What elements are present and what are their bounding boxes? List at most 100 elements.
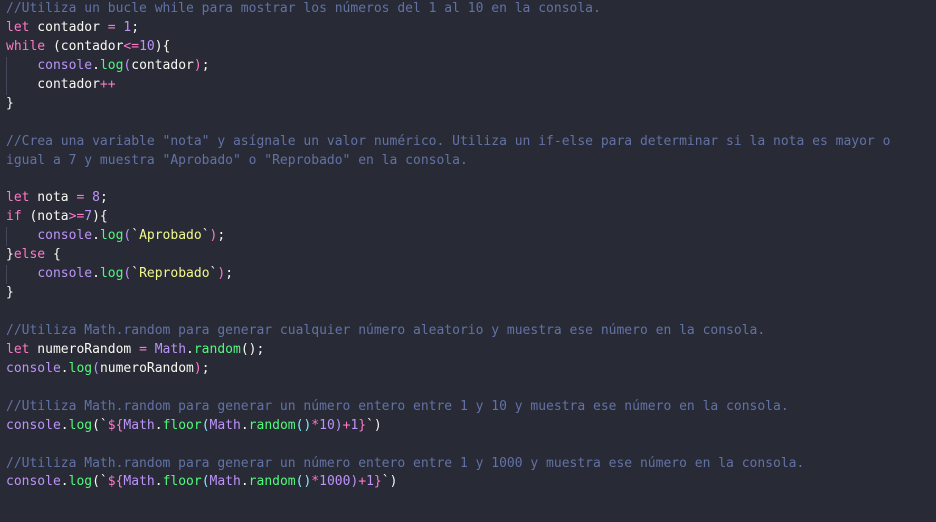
code-token: if	[6, 209, 22, 225]
code-token: .	[60, 360, 69, 376]
code-line[interactable]: igual a 7 y muestra "Aprobado" o "Reprob…	[0, 152, 936, 171]
code-line[interactable]	[0, 303, 936, 322]
code-line[interactable]: console.log(`${Math.floor(Math.random()*…	[0, 473, 936, 492]
code-token: ();	[240, 341, 265, 357]
code-token: nota	[29, 190, 77, 206]
code-token: ${	[107, 474, 124, 490]
code-token: 1	[366, 474, 374, 490]
code-token: Reprobado	[139, 266, 210, 282]
code-line[interactable]: }else {	[0, 246, 936, 265]
code-line[interactable]: console.log(`${Math.floor(Math.random()*…	[0, 417, 936, 436]
code-editor[interactable]: //Utiliza un bucle while para mostrar lo…	[0, 0, 936, 492]
code-token: let	[6, 19, 30, 35]
code-token: log	[68, 474, 93, 490]
code-line[interactable]: //Utiliza Math.random para generar un nú…	[0, 455, 936, 474]
code-token: }	[373, 474, 382, 490]
code-token: )	[193, 57, 202, 73]
code-token: ){	[154, 38, 171, 54]
code-line[interactable]: //Utiliza un bucle while para mostrar lo…	[0, 0, 936, 19]
code-line[interactable]: //Utiliza Math.random para generar cualq…	[0, 322, 936, 341]
code-token: .	[154, 417, 163, 433]
code-token: random	[193, 341, 241, 357]
code-token: .	[92, 57, 100, 73]
code-line[interactable]: contador++	[0, 75, 936, 95]
code-line[interactable]	[0, 170, 936, 189]
code-token: contador	[29, 19, 108, 35]
code-token: floor	[162, 417, 202, 433]
code-token: Math	[123, 417, 155, 433]
code-token: 10	[319, 417, 335, 433]
code-token: )	[217, 266, 226, 282]
code-token: random	[248, 417, 296, 433]
code-token: {	[45, 247, 61, 263]
code-token: `)	[381, 474, 398, 490]
code-line[interactable]: console.log(numeroRandom);	[0, 360, 936, 379]
code-token: console	[6, 417, 61, 433]
code-line[interactable]: }	[0, 284, 936, 303]
code-token: contador	[131, 57, 194, 73]
code-token: ;	[131, 19, 140, 35]
code-token: let	[6, 341, 30, 357]
code-line[interactable]: let nota = 8;	[0, 189, 936, 208]
code-line[interactable]: console.log(contador);	[0, 56, 936, 76]
code-token: ()	[295, 417, 312, 433]
code-token: .	[92, 266, 100, 282]
code-token: //Utiliza Math.random para generar cualq…	[6, 322, 766, 338]
code-token: igual a 7 y muestra "Aprobado" o "Reprob…	[6, 152, 468, 168]
code-token: *	[311, 474, 320, 490]
code-token: log	[68, 417, 93, 433]
code-token: .	[240, 417, 249, 433]
code-token: =	[139, 341, 147, 357]
code-token: `)	[366, 417, 382, 433]
code-token: floor	[162, 474, 202, 490]
code-token: console	[6, 360, 61, 376]
code-token: `	[201, 228, 210, 244]
code-line[interactable]	[0, 436, 936, 455]
code-token: //Utiliza un bucle while para mostrar lo…	[6, 1, 601, 16]
code-line[interactable]: if (nota>=7){	[0, 208, 936, 227]
code-token: contador	[6, 76, 100, 92]
code-token: numeroRandom	[99, 360, 194, 376]
code-token: //Utiliza Math.random para generar un nú…	[6, 398, 789, 414]
code-token: `	[131, 228, 140, 244]
code-line[interactable]	[0, 379, 936, 398]
code-token: Aprobado	[139, 228, 202, 244]
code-line[interactable]	[0, 114, 936, 133]
code-token: ;	[201, 57, 210, 73]
code-line[interactable]: //Utiliza Math.random para generar un nú…	[0, 398, 936, 417]
code-token: .	[186, 341, 194, 357]
code-token: 7	[84, 209, 93, 225]
code-token: +	[358, 474, 367, 490]
code-line[interactable]: console.log(`Reprobado`);	[0, 265, 936, 285]
code-token: ()	[295, 474, 312, 490]
code-token: (nota	[21, 209, 69, 225]
code-token: random	[248, 474, 296, 490]
code-token: ${	[107, 417, 124, 433]
code-line[interactable]: while (contador<=10){	[0, 38, 936, 57]
code-token: log	[99, 266, 124, 282]
code-token: Math	[209, 474, 241, 490]
code-token: (	[201, 474, 210, 490]
code-token: }	[358, 417, 367, 433]
code-line[interactable]: let contador = 1;	[0, 19, 936, 38]
code-token: //Utiliza Math.random para generar un nú…	[6, 455, 805, 471]
code-token: let	[6, 190, 30, 206]
code-token: .	[240, 474, 249, 490]
code-token: }	[6, 247, 14, 263]
code-line[interactable]: console.log(`Aprobado`);	[0, 227, 936, 247]
code-token: log	[99, 57, 124, 73]
code-token: Math	[123, 474, 155, 490]
code-line[interactable]: let numeroRandom = Math.random();	[0, 341, 936, 360]
code-line[interactable]: }	[0, 95, 936, 114]
code-token: }	[6, 285, 14, 301]
code-token: ;	[217, 228, 226, 244]
code-line[interactable]: //Crea una variable "nota" y asígnale un…	[0, 133, 936, 152]
code-token: ;	[225, 266, 234, 282]
code-token: log	[99, 228, 124, 244]
code-token: )	[334, 417, 343, 433]
code-token: (	[201, 417, 210, 433]
code-token: .	[60, 417, 69, 433]
